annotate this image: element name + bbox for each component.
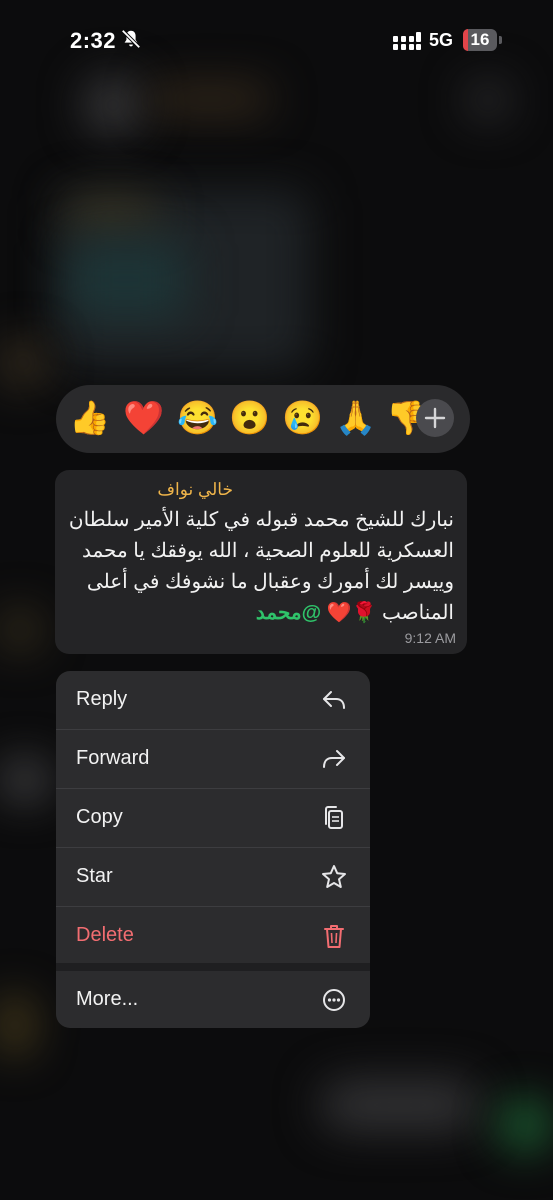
copy-icon — [325, 806, 343, 829]
add-reaction-button[interactable] — [416, 399, 454, 437]
message-mention[interactable]: @محمد — [256, 602, 321, 624]
reaction-surprised[interactable]: 😮 — [229, 399, 270, 437]
menu-item-delete[interactable]: Delete — [56, 907, 370, 965]
status-bar: 2:32 5G 16 — [0, 0, 553, 84]
message-time: 9:12 AM — [404, 630, 456, 646]
reaction-pray[interactable]: 🙏 — [335, 399, 376, 437]
menu-item-label: Copy — [76, 806, 123, 828]
blurred-dot — [0, 760, 50, 800]
menu-item-label: Forward — [76, 747, 150, 769]
reaction-heart[interactable]: ❤️ — [123, 399, 164, 437]
forward-icon — [323, 750, 345, 768]
battery-nub — [499, 36, 502, 44]
star-icon — [322, 865, 346, 888]
reaction-thumbs-up[interactable]: 👍 — [69, 399, 110, 437]
message-text: نبارك للشيخ محمد قبوله في كلية الأمير سل… — [66, 505, 454, 629]
blurred-avatar — [84, 76, 142, 134]
blurred-dot — [0, 995, 30, 1055]
message-sender: خالي نواف — [157, 480, 233, 499]
battery-indicator: 16 — [463, 29, 497, 51]
blurred-bubble-image — [66, 240, 186, 320]
menu-item-reply[interactable]: Reply — [56, 671, 370, 729]
more-icon — [323, 989, 345, 1011]
blurred-header-bar — [150, 86, 270, 112]
blurred-input-bar — [320, 1080, 480, 1130]
plus-icon — [424, 407, 446, 429]
blurred-header-icon — [466, 80, 510, 120]
status-time: 2:32 — [70, 28, 117, 53]
menu-item-copy[interactable]: Copy — [56, 789, 370, 847]
menu-item-label: Reply — [76, 688, 128, 710]
menu-item-more[interactable]: More... — [56, 971, 370, 1028]
signal-icon — [393, 32, 421, 50]
context-menu: Reply Forward Copy Star Delete More... — [56, 671, 370, 1028]
menu-item-label: More... — [76, 988, 139, 1010]
reaction-bar: 👍 ❤️ 😂 😮 😢 🙏 👎 — [56, 385, 470, 453]
bell-slash-icon — [121, 29, 141, 49]
reaction-laughing[interactable]: 😂 — [177, 399, 218, 437]
network-type: 5G — [429, 30, 454, 50]
reaction-crying[interactable]: 😢 — [282, 399, 323, 437]
blurred-dot — [0, 340, 46, 386]
reply-icon — [323, 691, 345, 709]
blurred-send-button — [500, 1100, 550, 1150]
blurred-bubble-accent — [66, 200, 156, 230]
menu-item-label: Star — [76, 865, 113, 887]
trash-icon — [324, 925, 344, 948]
menu-group-divider — [56, 963, 370, 971]
menu-item-label: Delete — [76, 924, 134, 946]
menu-item-star[interactable]: Star — [56, 848, 370, 906]
blurred-dot — [0, 610, 40, 650]
battery-percent: 16 — [470, 30, 490, 49]
menu-item-forward[interactable]: Forward — [56, 730, 370, 788]
